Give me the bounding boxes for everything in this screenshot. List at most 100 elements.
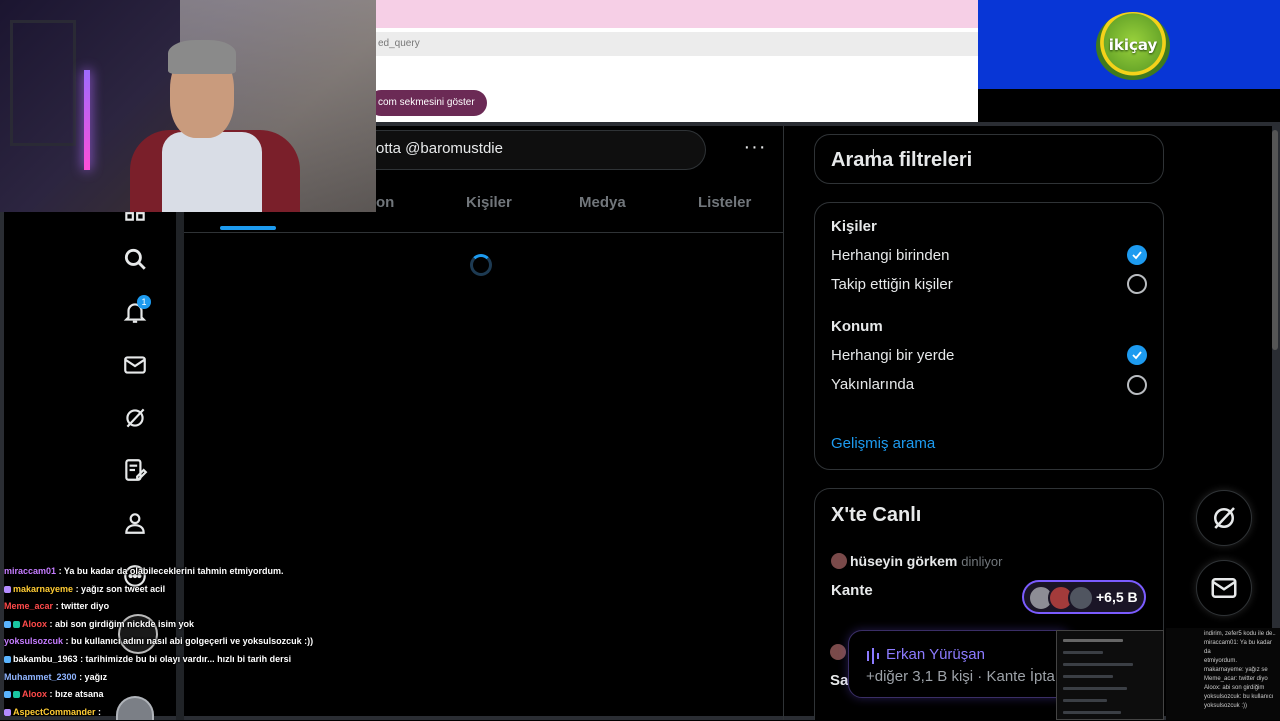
url-bar[interactable]: ed_query xyxy=(376,32,978,56)
mini-chat-line: yoksulsozcuk :)) xyxy=(1204,703,1248,709)
location-option-nearby[interactable]: Yakınlarında xyxy=(831,376,914,393)
host-status: dinliyor xyxy=(961,554,1003,569)
heart-badge-icon xyxy=(4,585,11,593)
grok-slash-icon[interactable] xyxy=(118,401,152,435)
chat-text: : Ya bu kadar da olabileceklerini tahmin… xyxy=(58,566,284,576)
webcam-person-hair xyxy=(168,40,236,74)
heart-badge-icon xyxy=(4,708,11,716)
mini-chat-line: Meme_acar: twitter diyo xyxy=(1204,676,1268,682)
dock-speaker-name: Erkan Yürüşan xyxy=(886,646,985,663)
chat-text: : yağız xyxy=(79,671,108,682)
webcam-light xyxy=(84,70,90,170)
chat-user: miraccam01 xyxy=(4,566,57,576)
profile-icon[interactable] xyxy=(118,506,152,540)
messages-fab[interactable] xyxy=(1196,560,1252,616)
compose-list-icon[interactable] xyxy=(118,453,152,487)
chat-text: : yağız son tweet acil xyxy=(75,583,166,594)
page-banner xyxy=(376,0,978,28)
sub-badge-icon xyxy=(4,620,11,628)
mini-chat-line: indirim, zefer5 kodu ile de.. xyxy=(1204,631,1276,637)
tab-lists[interactable]: Listeler xyxy=(698,194,751,211)
search-query-text: otta @baromustdie xyxy=(376,140,503,157)
chat-user: Aloox xyxy=(22,618,48,629)
filters-title: Arama filtreleri xyxy=(831,149,973,171)
mini-chat-line: Aloox: abi son girdiğim xyxy=(1204,685,1265,691)
chat-user: Aloox xyxy=(22,689,48,700)
chat-text: : bıze atsana xyxy=(49,689,104,700)
audio-wave-icon xyxy=(867,648,879,664)
people-option-following[interactable]: Takip ettiğin kişiler xyxy=(831,276,953,293)
chat-text: : twitter diyo xyxy=(55,601,110,612)
mod-badge-icon xyxy=(13,691,20,699)
chat-user: Muhammet_2300 xyxy=(4,671,77,682)
tab-people[interactable]: Kişiler xyxy=(466,194,512,211)
check-icon xyxy=(1132,251,1142,260)
tab-media[interactable]: Medya xyxy=(579,194,626,211)
chat-message: miraccam01 : Ya bu kadar da olabilecekle… xyxy=(4,563,334,581)
show-tab-button[interactable]: com sekmesini göster xyxy=(368,90,487,116)
column-divider xyxy=(783,126,784,720)
filters-card xyxy=(814,202,1164,470)
dock-host-avatar xyxy=(830,644,846,660)
stream-preview-thumbnail xyxy=(1056,630,1164,720)
radio-anywhere-checked[interactable] xyxy=(1127,345,1147,365)
listeners-count: +6,5 B xyxy=(1096,589,1138,605)
mini-chat-line: yoksulsozcuk: bu kullanıcı xyxy=(1204,694,1274,700)
radio-following[interactable] xyxy=(1127,274,1147,294)
chat-message: makarnayeme : yağız son tweet acil xyxy=(4,581,334,599)
more-options-button[interactable]: ··· xyxy=(740,137,770,160)
chat-message: yoksulsozcuk : bu kullanıcı adını nasıl … xyxy=(4,633,334,651)
check-icon xyxy=(1132,351,1142,360)
chat-text: : bu kullanıcı adını nasıl abi golgeçerl… xyxy=(65,636,314,647)
sub-badge-icon xyxy=(4,691,11,699)
radio-nearby[interactable] xyxy=(1127,375,1147,395)
grok-slash-icon xyxy=(1214,507,1235,529)
active-tab-indicator xyxy=(220,226,276,230)
chat-text: : xyxy=(98,706,102,717)
page-scrollbar[interactable] xyxy=(1272,130,1278,350)
chat-text: : tarihimizde bu bi olayı vardır... hızl… xyxy=(80,653,292,664)
chat-text: : abi son girdiğim nickde isim yok xyxy=(49,618,195,629)
search-icon[interactable] xyxy=(118,242,152,276)
dock-subtitle: +diğer 3,1 B kişi · Kante İpta xyxy=(866,668,1055,685)
mini-chat: indirim, zefer5 kodu ile de.. miraccam01… xyxy=(1166,628,1280,720)
live-host[interactable]: hüseyin görkem dinliyor xyxy=(850,553,1002,569)
chat-message: bakambu_1963 : tarihimizde bu bi olayı v… xyxy=(4,651,334,669)
tabs-divider xyxy=(184,232,783,233)
chat-message: Aloox : abi son girdiğim nickde isim yok xyxy=(4,616,334,634)
people-heading: Kişiler xyxy=(831,218,877,235)
chat-user: AspectCommander xyxy=(13,706,96,717)
webcam-shelf xyxy=(10,20,76,146)
mod-badge-icon xyxy=(13,620,20,628)
location-option-anywhere[interactable]: Herhangi bir yerde xyxy=(831,347,954,364)
chat-message: Aloox : bıze atsana xyxy=(4,686,334,704)
listener-avatar xyxy=(1068,585,1094,611)
mouse-cursor: I xyxy=(872,148,875,159)
space-title[interactable]: Kante xyxy=(831,582,873,599)
people-option-anyone[interactable]: Herhangi birinden xyxy=(831,247,949,264)
loading-spinner xyxy=(470,254,492,276)
chat-message: Muhammet_2300 : yağız xyxy=(4,669,334,687)
notification-badge: 1 xyxy=(137,295,151,309)
chat-user: yoksulsozcuk xyxy=(4,636,64,647)
sponsor-logo-text: ikiçay xyxy=(1108,36,1158,54)
mini-chat-line: makarnayeme: yağız se xyxy=(1204,667,1268,673)
mini-chat-line: miraccam01: Ya bu kadar da xyxy=(1204,640,1272,655)
radio-anyone-checked[interactable] xyxy=(1127,245,1147,265)
host-avatar xyxy=(831,553,847,569)
chat-message: Meme_acar : twitter diyo xyxy=(4,598,334,616)
live-title: X'te Canlı xyxy=(831,504,922,526)
mail-icon xyxy=(1211,578,1237,598)
spaces-dock[interactable] xyxy=(848,630,1072,698)
webcam-person-shirt xyxy=(162,132,262,212)
chat-user: makarnayeme xyxy=(13,583,74,594)
chat-message: AspectCommander : xyxy=(4,704,334,721)
mini-chat-line: etmiyordum. xyxy=(1204,658,1238,664)
host-name: hüseyin görkem xyxy=(850,553,958,569)
stream-chat: miraccam01 : Ya bu kadar da olabilecekle… xyxy=(4,563,334,721)
grok-fab[interactable] xyxy=(1196,490,1252,546)
mail-icon[interactable] xyxy=(118,348,152,382)
tab-partial[interactable]: on xyxy=(376,194,394,211)
webcam-feed xyxy=(0,0,376,212)
advanced-search-link[interactable]: Gelişmiş arama xyxy=(831,435,935,452)
